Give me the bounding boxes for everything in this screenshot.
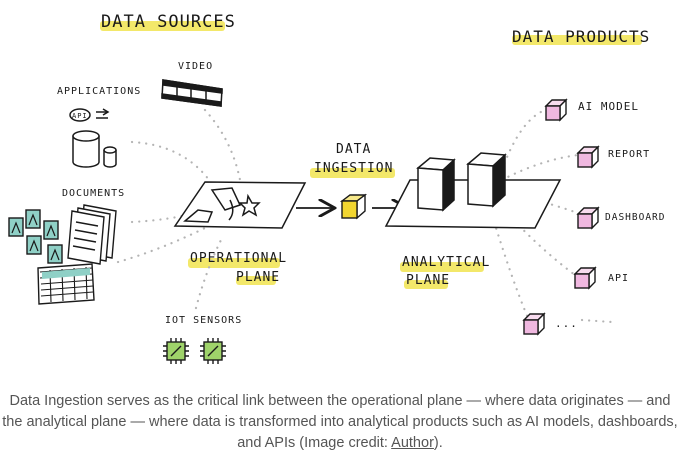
operational-plane-label-line1: OPERATIONAL	[190, 251, 287, 266]
applications-icon: API	[69, 108, 117, 168]
product-more-label: ...	[555, 317, 578, 330]
product-dashboard-label: DASHBOARD	[605, 212, 665, 223]
applications-label: APPLICATIONS	[57, 86, 141, 97]
product-report-label: REPORT	[608, 149, 650, 160]
product-cube-dashboard-icon	[576, 206, 600, 230]
documents-label: DOCUMENTS	[62, 188, 125, 199]
iot-sensors-label: IOT SENSORS	[165, 315, 242, 326]
analytical-plane-label-line1: ANALYTICAL	[402, 255, 490, 270]
product-cube-more-icon	[522, 312, 546, 336]
ingestion-label-line1: DATA	[336, 142, 371, 157]
product-cube-api-icon	[573, 266, 597, 290]
figure-caption: Data Ingestion serves as the critical li…	[0, 391, 680, 454]
data-sources-heading: DATA SOURCES	[101, 12, 236, 32]
ingestion-cube-icon	[339, 193, 368, 220]
caption-end: ).	[433, 435, 443, 451]
data-ingestion-diagram: DATA SOURCES DATA PRODUCTS VIDEO APPLICA…	[8, 12, 665, 364]
documents-icon	[8, 204, 117, 305]
product-api-label: API	[608, 273, 629, 284]
product-cube-ai-model-icon	[544, 98, 568, 122]
analytical-plane-icon	[384, 152, 562, 229]
api-badge: API	[72, 112, 88, 120]
video-label: VIDEO	[178, 61, 213, 72]
ingestion-label-line2: INGESTION	[314, 161, 393, 176]
product-ai-model-label: AI MODEL	[578, 100, 639, 113]
caption-text: Data Ingestion serves as the critical li…	[2, 393, 678, 451]
operational-plane-label-line2: PLANE	[236, 270, 280, 285]
video-film-icon	[161, 79, 223, 107]
author-link[interactable]: Author	[391, 435, 434, 451]
iot-chip-icon	[163, 338, 226, 364]
operational-plane-icon	[173, 181, 307, 229]
data-products-heading: DATA PRODUCTS	[512, 27, 650, 46]
analytical-plane-label-line2: PLANE	[406, 273, 450, 288]
product-cube-report-icon	[576, 145, 600, 169]
